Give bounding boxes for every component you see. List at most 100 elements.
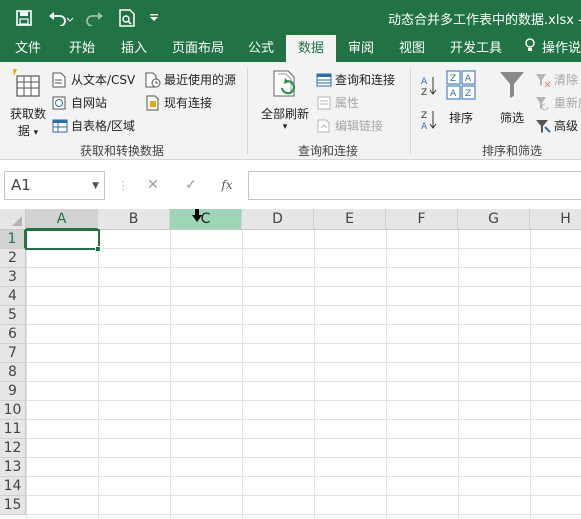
row-header-15[interactable]: 15 (0, 496, 26, 515)
sort-descending-icon: ZA (420, 108, 438, 135)
from-table-button[interactable]: 自表格/区域 (52, 117, 135, 134)
tab-tell-me[interactable]: 操作说 (524, 35, 581, 62)
column-header-e[interactable]: E (314, 209, 386, 230)
table-icon (52, 118, 68, 134)
insert-function-icon[interactable]: fx (216, 171, 238, 200)
vertical-ellipsis-icon[interactable]: ⋮ (112, 171, 134, 200)
advanced-filter-button[interactable]: 高级 (535, 117, 578, 134)
tab-data[interactable]: 数据 (286, 35, 336, 62)
svg-text:A: A (450, 89, 457, 99)
title-bar: 动态合并多工作表中的数据.xlsx - E (0, 0, 581, 35)
svg-text:Z: Z (421, 111, 427, 121)
tab-insert[interactable]: 插入 (108, 35, 160, 62)
reapply-label: 重新应 (554, 96, 581, 110)
get-data-label-2: 据 (17, 124, 30, 138)
row-header-12[interactable]: 12 (0, 439, 26, 458)
save-icon[interactable] (14, 8, 34, 28)
existing-connections-label: 现有连接 (164, 96, 213, 110)
undo-icon[interactable] (46, 8, 76, 28)
properties-icon (316, 95, 332, 111)
row-header-3[interactable]: 3 (0, 268, 26, 287)
from-web-label: 自网站 (71, 96, 108, 110)
web-icon (52, 95, 68, 111)
select-all-button[interactable] (0, 209, 26, 230)
edit-links-button[interactable]: 编辑链接 (316, 117, 383, 134)
customize-icon[interactable] (146, 8, 162, 28)
lightbulb-icon (524, 35, 538, 62)
column-header-f[interactable]: F (386, 209, 458, 230)
existing-connections-button[interactable]: 现有连接 (145, 94, 212, 111)
group-label-queries: 查询和连接 (298, 144, 359, 158)
enter-icon[interactable]: ✓ (180, 171, 202, 200)
column-header-g[interactable]: G (458, 209, 530, 230)
column-header-a[interactable]: A (26, 209, 98, 230)
clear-button[interactable]: 清除 (535, 71, 578, 88)
row-header-7[interactable]: 7 (0, 344, 26, 363)
formula-input[interactable] (248, 171, 581, 200)
print-preview-icon[interactable] (117, 8, 137, 28)
group-label-get-transform: 获取和转换数据 (80, 144, 165, 158)
svg-text:A: A (421, 122, 428, 132)
row-header-6[interactable]: 6 (0, 325, 26, 344)
row-header-4[interactable]: 4 (0, 287, 26, 306)
svg-text:A: A (465, 74, 472, 84)
fill-handle[interactable] (95, 246, 101, 252)
queries-icon (316, 72, 332, 88)
chevron-down-icon: ▾ (282, 122, 288, 132)
queries-connections-button[interactable]: 查询和连接 (316, 71, 395, 88)
tab-page-layout[interactable]: 页面布局 (160, 35, 236, 62)
filter-button[interactable]: 筛选 (497, 70, 527, 126)
ribbon-tabs: 文件 开始 插入 页面布局 公式 数据 审阅 视图 开发工具 操作说 (0, 35, 581, 62)
row-header-1[interactable]: 1 (0, 230, 26, 249)
recent-sources-button[interactable]: 最近使用的源 (145, 71, 236, 88)
cancel-icon[interactable]: ✕ (142, 171, 164, 200)
redo-icon[interactable] (82, 8, 112, 28)
row-header-2[interactable]: 2 (0, 249, 26, 268)
from-text-csv-button[interactable]: 从文本/CSV (52, 71, 135, 88)
tab-review[interactable]: 审阅 (336, 35, 386, 62)
column-header-h[interactable]: H (530, 209, 581, 230)
sort-button[interactable]: ZAAZ 排序 (445, 70, 477, 126)
chevron-down-icon[interactable]: ▼ (92, 173, 99, 200)
from-table-label: 自表格/区域 (71, 119, 136, 133)
tab-developer[interactable]: 开发工具 (438, 35, 514, 62)
tab-file[interactable]: 文件 (0, 35, 56, 62)
window-title: 动态合并多工作表中的数据.xlsx - E (388, 13, 581, 28)
column-header-c[interactable]: C (170, 209, 242, 230)
column-header-b[interactable]: B (98, 209, 170, 230)
connections-icon (145, 95, 161, 111)
reapply-icon (535, 95, 551, 111)
row-header-9[interactable]: 9 (0, 382, 26, 401)
reapply-button[interactable]: 重新应 (535, 94, 581, 111)
group-separator (247, 68, 248, 154)
row-header-5[interactable]: 5 (0, 306, 26, 325)
refresh-all-button[interactable]: 全部刷新 ▾ (258, 68, 312, 138)
row-header-13[interactable]: 13 (0, 458, 26, 477)
column-header-d[interactable]: D (242, 209, 314, 230)
row-header-14[interactable]: 14 (0, 477, 26, 496)
tab-view[interactable]: 视图 (386, 35, 438, 62)
row-header-10[interactable]: 10 (0, 401, 26, 420)
properties-button[interactable]: 属性 (316, 94, 359, 111)
advanced-label: 高级 (554, 119, 579, 133)
row-header-8[interactable]: 8 (0, 363, 26, 382)
sort-za-button[interactable]: ZA (420, 108, 438, 135)
sort-az-button[interactable]: AZ (420, 74, 438, 101)
database-icon (11, 68, 45, 105)
tab-home[interactable]: 开始 (56, 35, 108, 62)
sort-label: 排序 (448, 111, 473, 125)
properties-label: 属性 (335, 96, 360, 110)
name-box[interactable]: A1 ▼ (4, 171, 105, 200)
svg-text:Z: Z (450, 74, 456, 84)
get-data-button[interactable]: 获取数 据 ▾ (6, 68, 50, 138)
text-file-icon (52, 72, 68, 88)
get-data-label-1: 获取数 (9, 107, 46, 121)
row-header-11[interactable]: 11 (0, 420, 26, 439)
active-cell-a1[interactable] (25, 229, 100, 250)
from-web-button[interactable]: 自网站 (52, 94, 107, 111)
clear-filter-icon (535, 72, 551, 88)
cell-area[interactable] (26, 230, 581, 519)
svg-text:Z: Z (465, 89, 471, 99)
ribbon: 获取数 据 ▾ 从文本/CSV 自网站 自表格/区域 最近使用的源 现有连接 获… (0, 62, 581, 160)
tab-formulas[interactable]: 公式 (236, 35, 286, 62)
